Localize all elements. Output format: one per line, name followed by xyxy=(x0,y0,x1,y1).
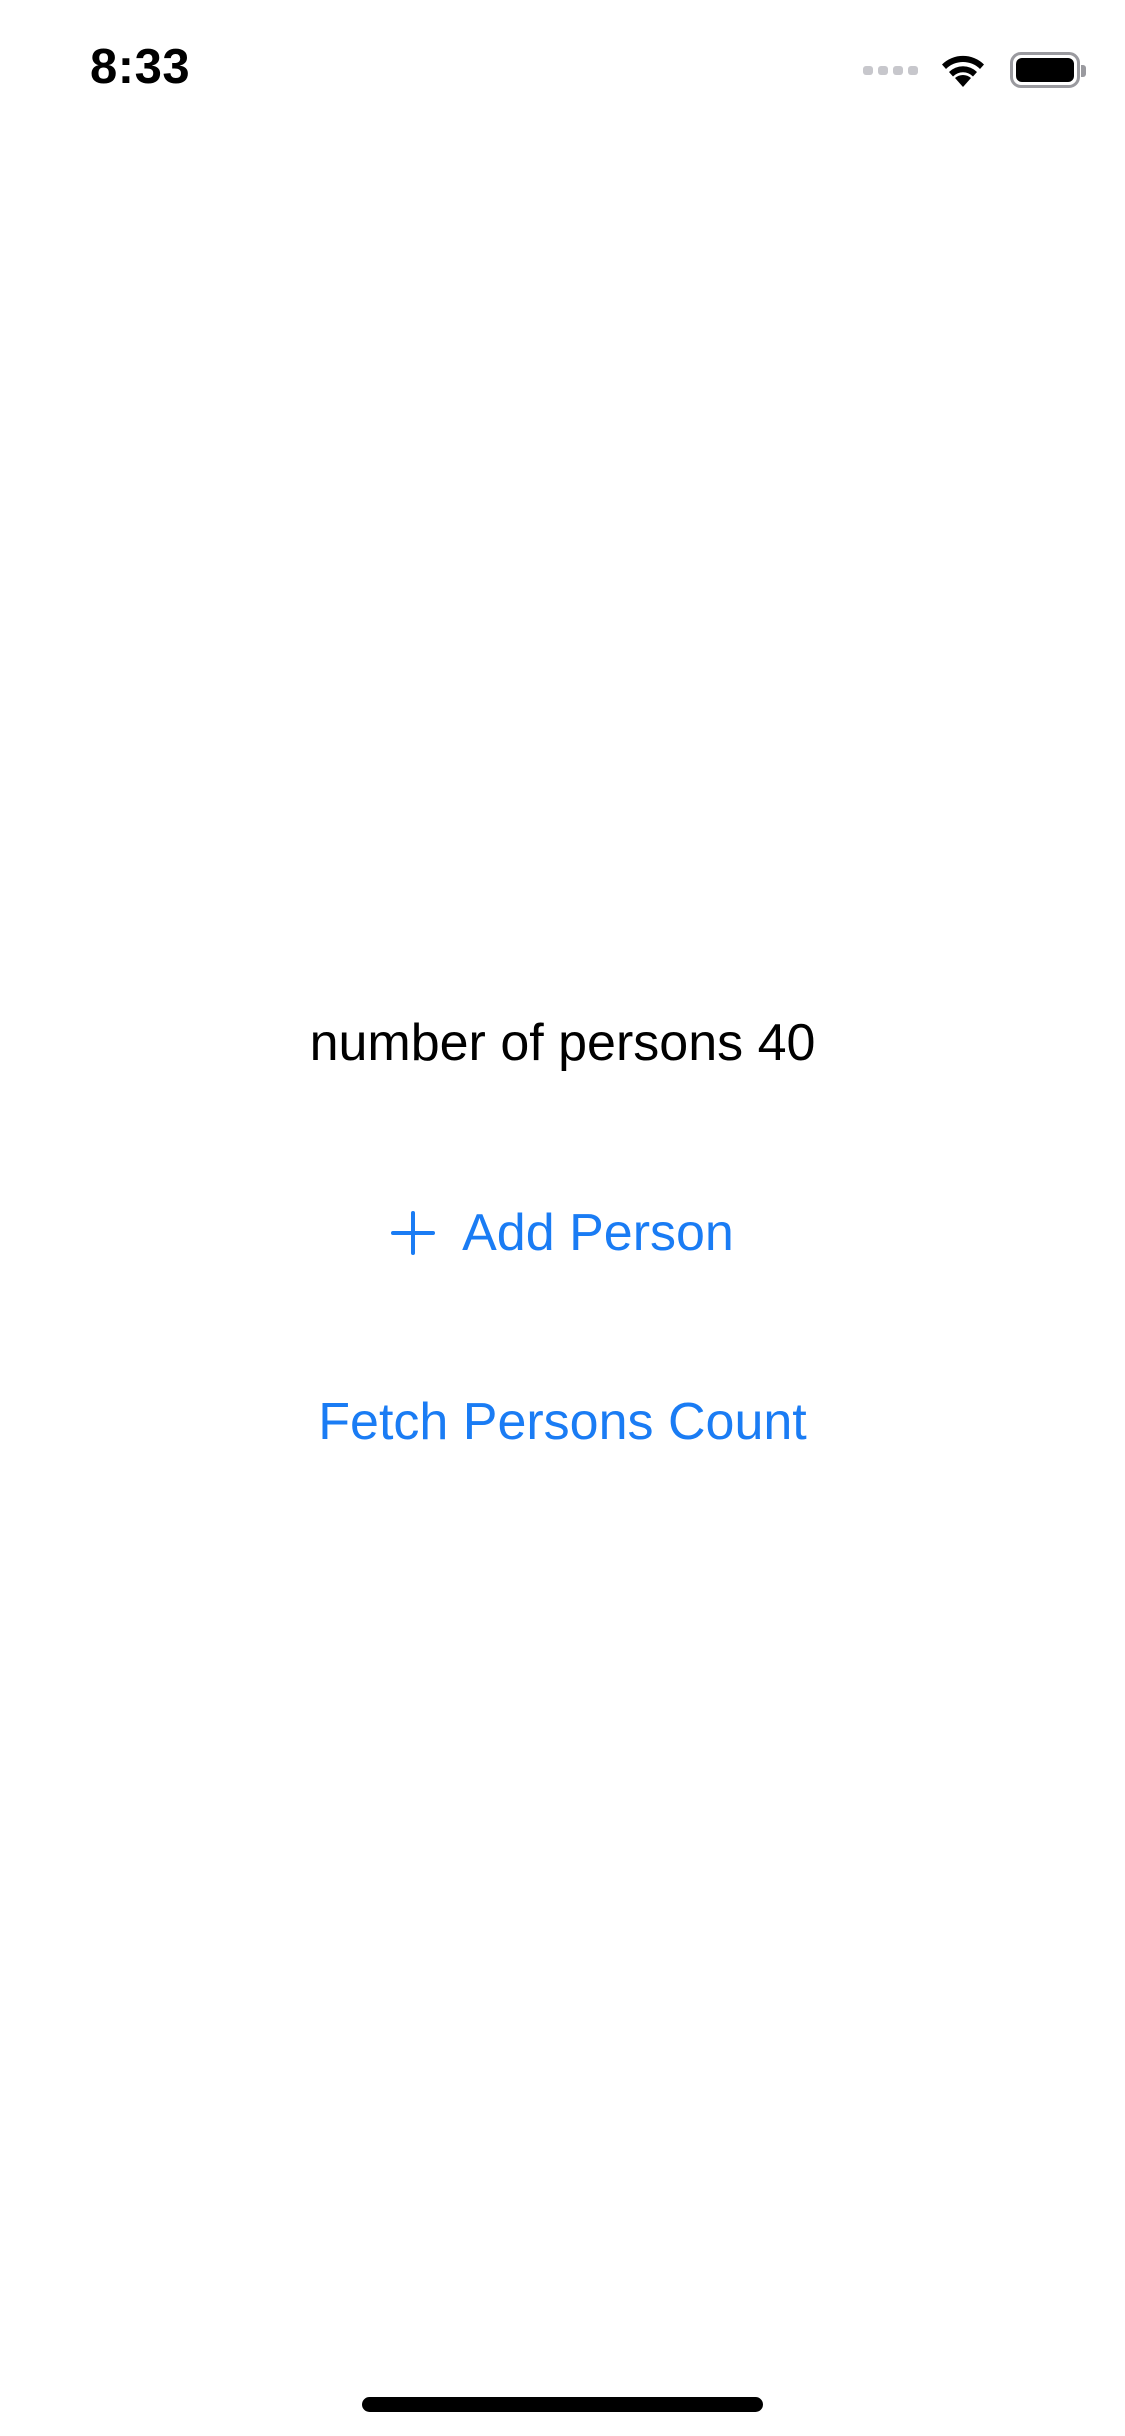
add-person-button[interactable]: Add Person xyxy=(0,1202,1125,1264)
status-icons xyxy=(863,48,1086,92)
add-person-label: Add Person xyxy=(462,1204,734,1262)
plus-icon xyxy=(391,1211,436,1255)
cellular-signal-icon xyxy=(863,65,918,75)
status-time: 8:33 xyxy=(90,40,191,94)
fetch-persons-count-label: Fetch Persons Count xyxy=(318,1393,807,1451)
home-indicator xyxy=(362,2397,763,2412)
persons-count-label: number of persons 40 xyxy=(309,1014,816,1072)
wifi-icon xyxy=(942,55,984,87)
fetch-persons-count-button[interactable]: Fetch Persons Count xyxy=(0,1391,1125,1453)
status-bar: 8:33 xyxy=(0,0,1125,140)
battery-icon xyxy=(1010,52,1086,88)
